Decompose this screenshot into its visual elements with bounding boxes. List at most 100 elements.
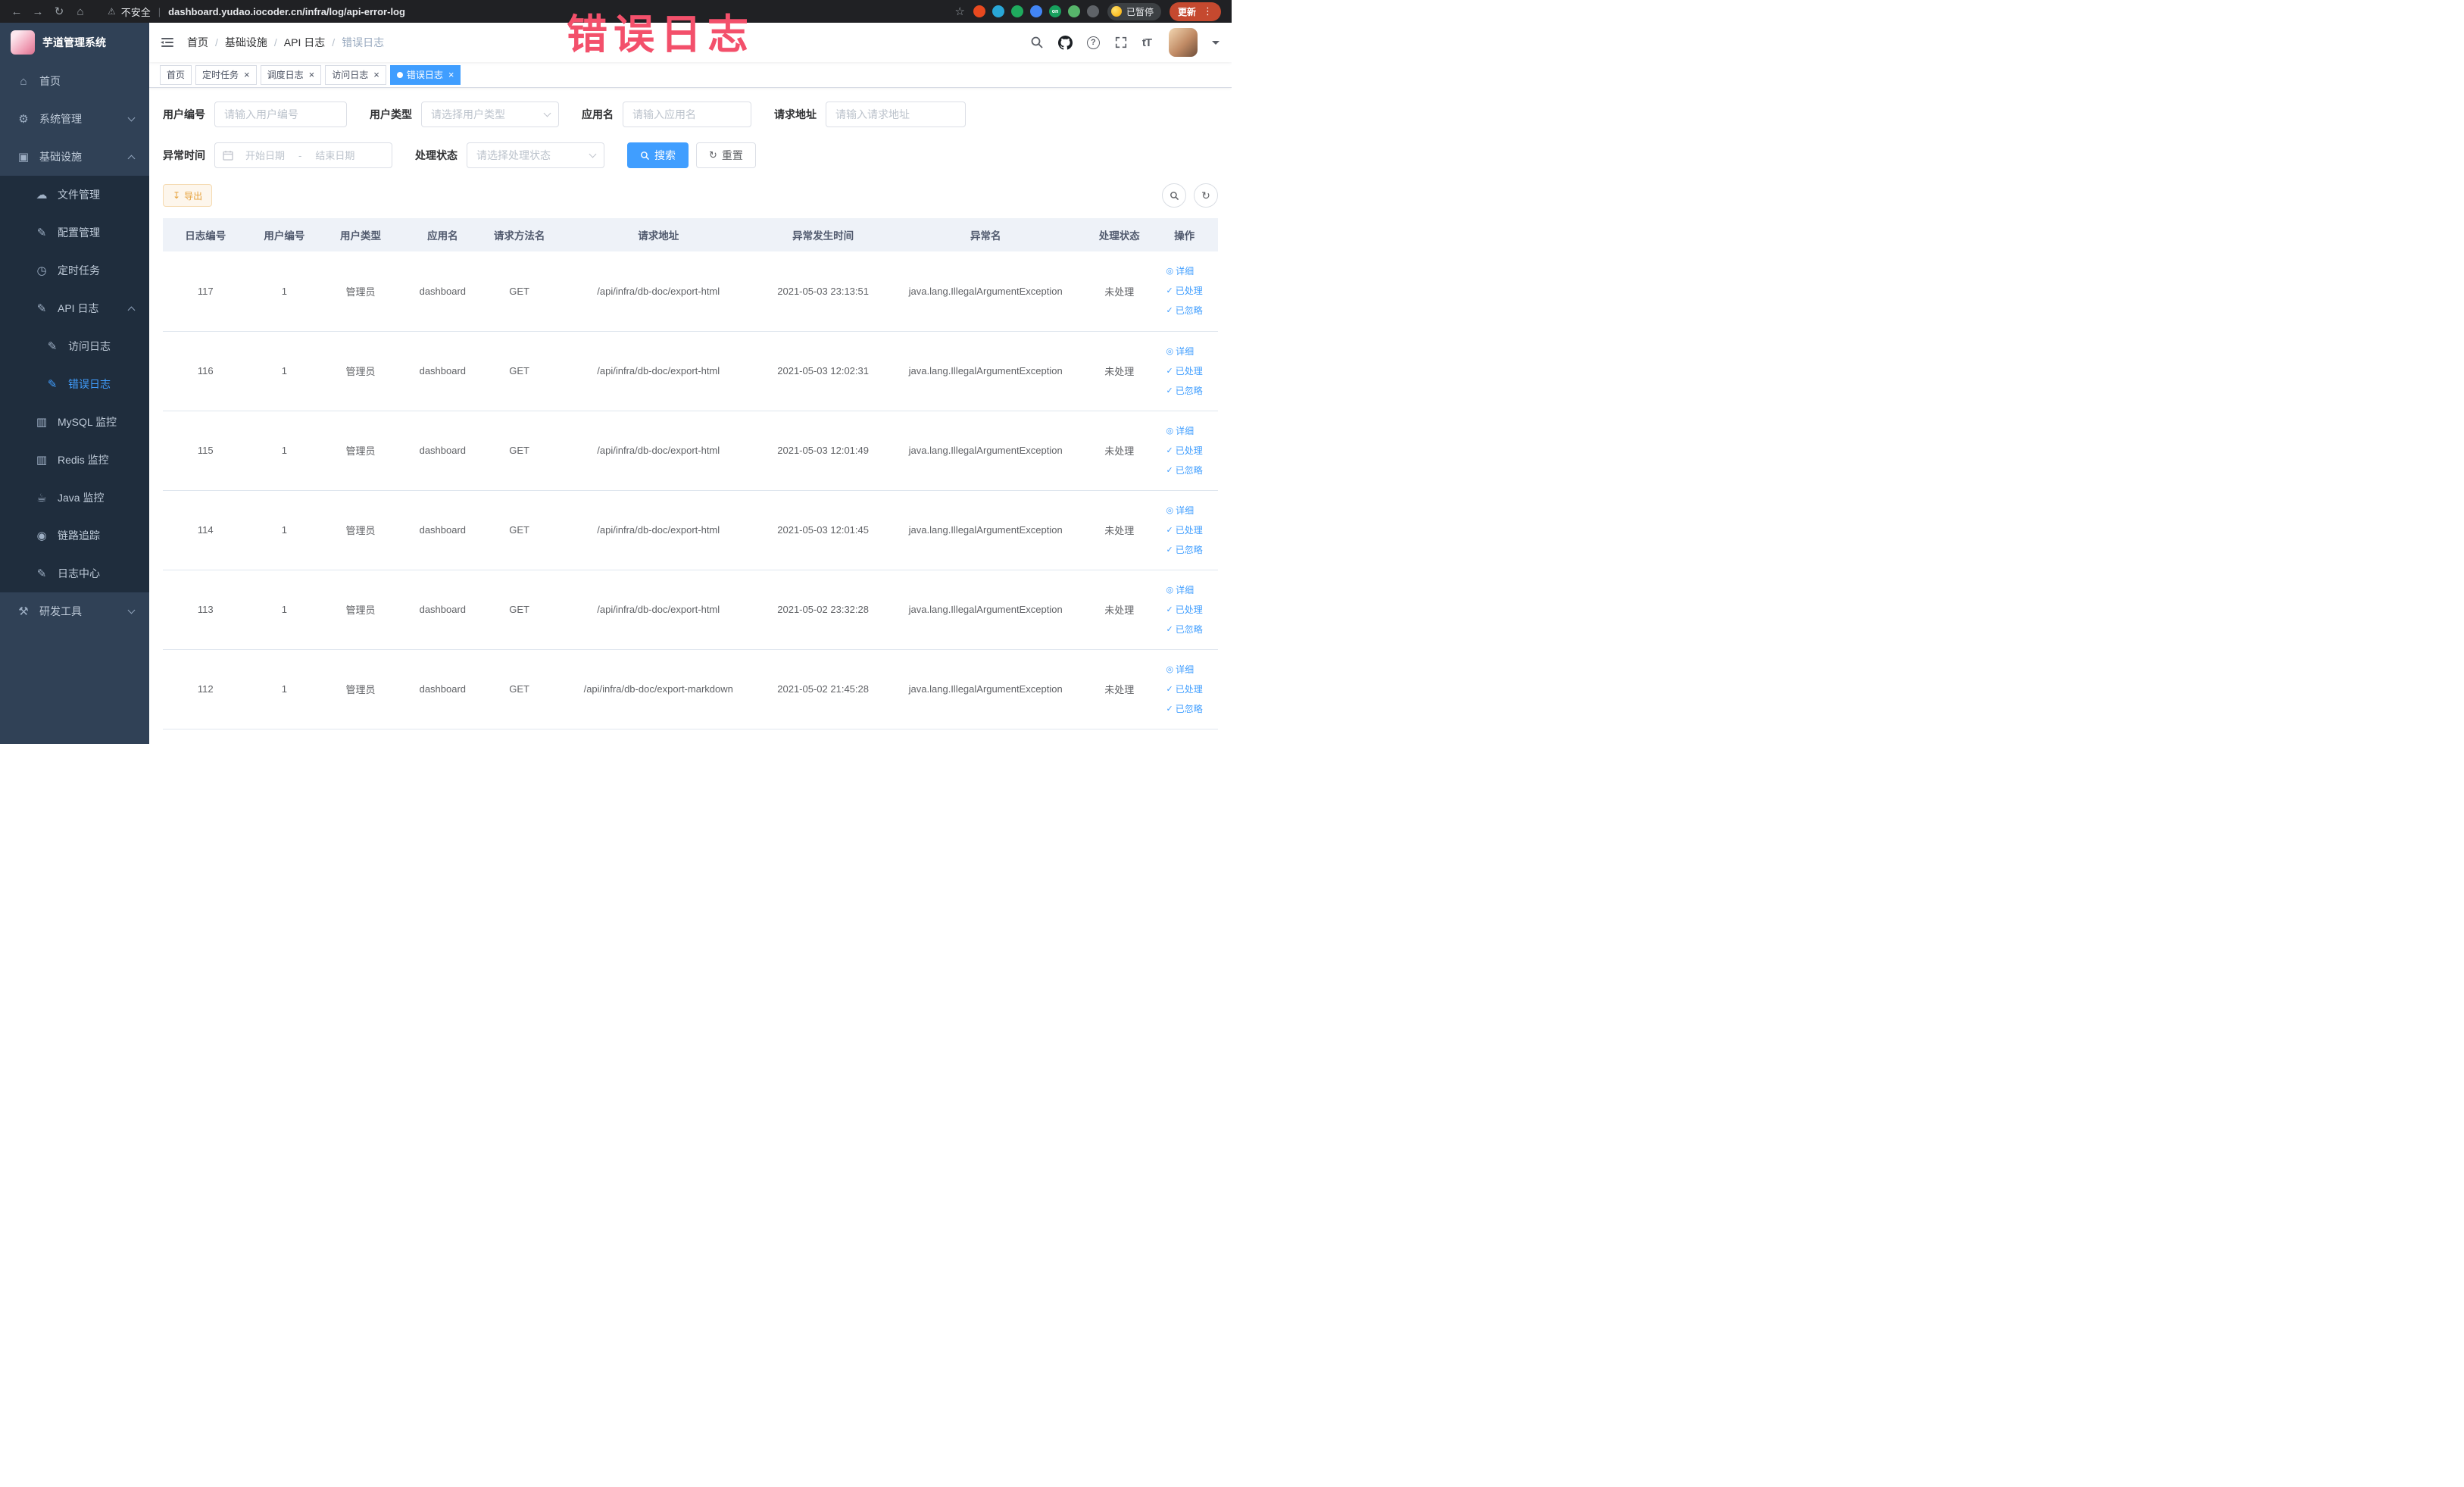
active-tab-dot (396, 71, 403, 78)
github-icon[interactable] (1057, 35, 1073, 50)
action-ignored-link[interactable]: ✓ 已忽略 (1166, 620, 1203, 639)
tab-scheduled-tasks[interactable]: 定时任务 × (195, 64, 257, 85)
tab-schedule-log[interactable]: 调度日志 × (260, 64, 322, 85)
sidebar-item-log-center[interactable]: ✎ 日志中心 (0, 555, 149, 592)
user-type-select[interactable] (421, 102, 559, 127)
browser-home-icon[interactable]: ⌂ (71, 5, 89, 18)
check-icon: ✓ (1166, 525, 1173, 535)
tab-error-log[interactable]: 错误日志 × (389, 64, 461, 85)
font-size-icon[interactable]: tT (1142, 36, 1152, 49)
back-icon[interactable]: ← (8, 5, 26, 18)
tab-home[interactable]: 首页 (160, 64, 192, 85)
note-icon: ✎ (36, 567, 47, 580)
action-detail-link[interactable]: ◎ 详细 (1166, 261, 1195, 281)
reset-button[interactable]: ↻ 重置 (696, 142, 756, 168)
refresh-button[interactable]: ↻ (1194, 183, 1218, 208)
sidebar-item-access-log[interactable]: ✎ 访问日志 (0, 327, 149, 365)
cell-time: 2021-05-03 23:13:51 (763, 251, 884, 332)
action-ignored-link[interactable]: ✓ 已忽略 (1166, 301, 1203, 320)
reload-icon[interactable]: ↻ (50, 5, 68, 18)
action-ignored-link[interactable]: ✓ 已忽略 (1166, 540, 1203, 560)
tab-close-icon[interactable]: × (448, 70, 454, 80)
action-label: 已处理 (1175, 365, 1203, 376)
export-button[interactable]: ↧ 导出 (163, 184, 213, 207)
action-processed-link[interactable]: ✓ 已处理 (1166, 679, 1203, 699)
cell-actions: ◎ 详细 ✓ 已处理 ✓ 已忽略 (1151, 251, 1218, 332)
extension-icon[interactable] (1010, 5, 1023, 17)
action-ignored-link[interactable]: ✓ 已忽略 (1166, 381, 1203, 401)
note-icon: ✎ (36, 302, 47, 315)
sidebar-item-redis-monitor[interactable]: ▥ Redis 监控 (0, 441, 149, 479)
sidebar-item-system-management[interactable]: ⚙ 系统管理 (0, 100, 149, 138)
search-button[interactable]: 搜索 (627, 142, 689, 168)
sidebar-item-java-monitor[interactable]: ☕ Java 监控 (0, 479, 149, 517)
hide-search-button[interactable] (1162, 183, 1186, 208)
cell-user_type: 管理员 (320, 649, 401, 729)
breadcrumb-item[interactable]: 基础设施 (225, 35, 267, 50)
action-ignored-link[interactable]: ✓ 已忽略 (1166, 699, 1203, 719)
tab-close-icon[interactable]: × (373, 70, 379, 80)
extension-icon[interactable] (1029, 5, 1042, 17)
extension-icon[interactable] (992, 5, 1004, 17)
table-row: 112 1 管理员 dashboard GET/api/infra/db-doc/exp… (163, 649, 1218, 729)
breadcrumb-item[interactable]: API 日志 (284, 35, 325, 50)
action-processed-link[interactable]: ✓ 已处理 (1166, 520, 1203, 540)
action-detail-link[interactable]: ◎ 详细 (1166, 660, 1195, 679)
action-label: 详细 (1176, 345, 1195, 357)
action-detail-link[interactable]: ◎ 详细 (1166, 421, 1195, 441)
view-icon: ◎ (1166, 505, 1174, 515)
app-name-input[interactable] (623, 102, 751, 127)
sidebar-item-config-management[interactable]: ✎ 配置管理 (0, 214, 149, 251)
action-processed-link[interactable]: ✓ 已处理 (1166, 361, 1203, 381)
tab-access-log[interactable]: 访问日志 × (325, 64, 386, 85)
forward-icon[interactable]: → (29, 5, 47, 18)
sidebar-item-mysql-monitor[interactable]: ▥ MySQL 监控 (0, 403, 149, 441)
fullscreen-icon[interactable] (1114, 36, 1128, 49)
sidebar-item-label: 首页 (39, 75, 61, 87)
cell-app: dashboard (400, 411, 485, 491)
sidebar-item-home[interactable]: ⌂ 首页 (0, 62, 149, 100)
avatar[interactable] (1169, 28, 1198, 57)
start-date-input[interactable] (236, 149, 294, 161)
paused-badge[interactable]: 已暂停 (1107, 2, 1161, 20)
extension-icon[interactable]: on (1048, 5, 1061, 17)
action-detail-link[interactable]: ◎ 详细 (1166, 501, 1195, 520)
tab-close-icon[interactable]: × (244, 70, 250, 80)
extension-icon[interactable] (973, 5, 985, 17)
hamburger-icon[interactable] (160, 35, 175, 50)
action-processed-link[interactable]: ✓ 已处理 (1166, 281, 1203, 301)
action-processed-link[interactable]: ✓ 已处理 (1166, 441, 1203, 461)
tab-close-icon[interactable]: × (309, 70, 315, 80)
date-range-picker[interactable]: - (214, 142, 392, 168)
help-icon[interactable]: ? (1086, 36, 1100, 49)
sidebar-item-scheduled-tasks[interactable]: ◷ 定时任务 (0, 251, 149, 289)
sidebar-item-dev-tools[interactable]: ⚒ 研发工具 (0, 592, 149, 630)
sidebar-item-error-log[interactable]: ✎ 错误日志 (0, 365, 149, 403)
address-bar[interactable]: ⚠ 不安全 | dashboard.yudao.iocoder.cn/infra… (98, 3, 946, 20)
action-detail-link[interactable]: ◎ 详细 (1166, 580, 1195, 600)
breadcrumb: 首页 / 基础设施 / API 日志 / 错误日志 (187, 35, 384, 50)
request-url-input[interactable] (826, 102, 966, 127)
sidebar-item-trace[interactable]: ◉ 链路追踪 (0, 517, 149, 555)
process-status-select[interactable] (467, 142, 604, 168)
action-detail-link[interactable]: ◎ 详细 (1166, 342, 1195, 361)
action-processed-link[interactable]: ✓ 已处理 (1166, 600, 1203, 620)
browser-menu-kebab-icon[interactable]: ⋮ (1203, 5, 1213, 17)
extension-icon[interactable] (1086, 5, 1099, 17)
avatar-caret-down-icon[interactable] (1212, 41, 1220, 48)
bookmark-star-icon[interactable]: ☆ (955, 5, 965, 18)
sidebar-item-api-log[interactable]: ✎ API 日志 (0, 289, 149, 327)
end-date-input[interactable] (306, 149, 364, 161)
breadcrumb-item[interactable]: 首页 (187, 35, 208, 50)
omnibox-separator: | (158, 5, 161, 17)
chevron-up-icon (127, 155, 136, 162)
sidebar-item-file-management[interactable]: ☁ 文件管理 (0, 176, 149, 214)
user-id-input[interactable] (214, 102, 347, 127)
extension-icon[interactable] (1067, 5, 1080, 17)
sidebar-item-infrastructure[interactable]: ▣ 基础设施 (0, 138, 149, 176)
update-button[interactable]: 更新 ⋮ (1169, 2, 1221, 21)
paused-badge-label: 已暂停 (1126, 6, 1154, 17)
cell-method: GET (484, 570, 554, 650)
action-ignored-link[interactable]: ✓ 已忽略 (1166, 461, 1203, 480)
search-icon[interactable] (1030, 36, 1044, 49)
